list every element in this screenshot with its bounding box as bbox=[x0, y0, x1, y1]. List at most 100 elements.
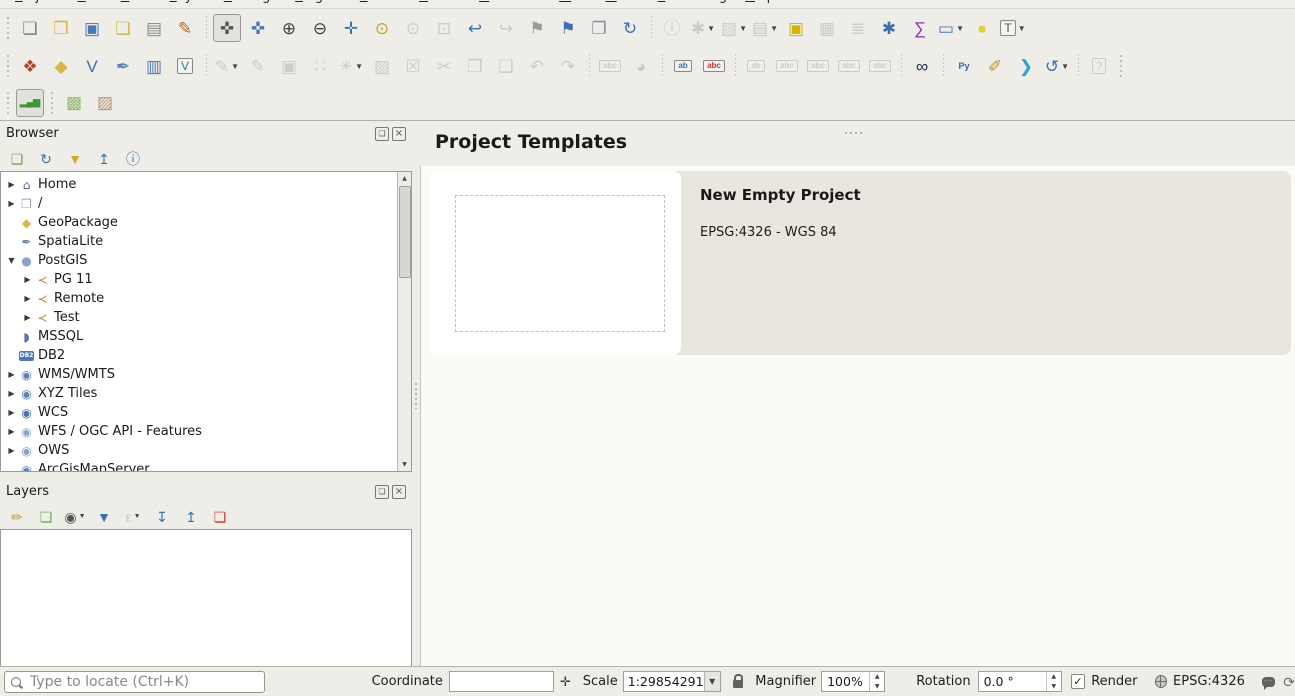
new-spatial-bookmark-button[interactable]: ⚑ bbox=[523, 14, 551, 42]
dropdown-arrow-icon[interactable]: ▼ bbox=[1018, 24, 1026, 33]
new-virtual-layer-button[interactable]: V bbox=[171, 52, 199, 80]
menu-processing[interactable]: Processing bbox=[649, 0, 736, 4]
menu-edit[interactable]: Edit bbox=[69, 0, 112, 4]
remove-layer-button[interactable]: ❏ bbox=[210, 507, 230, 527]
plugin-reload-button[interactable]: ↺▼ bbox=[1043, 52, 1071, 80]
menu-plugins[interactable]: Plugins bbox=[286, 0, 351, 4]
dropdown-arrow-icon[interactable]: ▼ bbox=[231, 62, 239, 71]
expander-icon[interactable]: ▶ bbox=[5, 370, 18, 379]
dropdown-arrow-icon[interactable]: ▼ bbox=[355, 62, 363, 71]
expander-icon[interactable]: ▶ bbox=[5, 199, 18, 208]
expander-icon[interactable]: ▶ bbox=[21, 294, 34, 303]
dropdown-arrow-icon[interactable]: ▼ bbox=[956, 24, 964, 33]
layer-diagram-button[interactable]: ◕ bbox=[627, 52, 655, 80]
open-project-button[interactable]: ❒ bbox=[47, 14, 75, 42]
zoom-out-button[interactable]: ⊖ bbox=[306, 14, 334, 42]
tree-item-postgis[interactable]: ▼●PostGIS bbox=[1, 251, 411, 270]
processing-toolbox-button[interactable]: ✱ bbox=[875, 14, 903, 42]
refresh-browser-button[interactable]: ↻ bbox=[36, 149, 56, 169]
toolbar-drag-handle[interactable] bbox=[5, 17, 11, 39]
locator-search[interactable] bbox=[4, 671, 265, 693]
expander-icon[interactable]: ▶ bbox=[21, 275, 34, 284]
filter-by-expression-button[interactable]: ε▼ bbox=[123, 507, 143, 527]
labeling-options-button[interactable]: ab bbox=[669, 52, 697, 80]
layer-styling-button[interactable]: ✏ bbox=[7, 507, 27, 527]
expander-icon[interactable]: ▶ bbox=[5, 408, 18, 417]
browser-float-button[interactable]: ❏ bbox=[375, 127, 389, 141]
tree-item-xyz-tiles[interactable]: ▶◉XYZ Tiles bbox=[1, 384, 411, 403]
menu-help[interactable]: Help bbox=[736, 0, 784, 4]
plugin-arrow-button[interactable]: ❯ bbox=[1012, 52, 1040, 80]
tree-item-wcs[interactable]: ▶◉WCS bbox=[1, 403, 411, 422]
pan-to-selection-button[interactable]: ✜ bbox=[244, 14, 272, 42]
menu-view[interactable]: View bbox=[112, 0, 161, 4]
show-statistics-button[interactable]: ∑ bbox=[906, 14, 934, 42]
panel-splitter[interactable] bbox=[412, 121, 420, 667]
map-tips-button[interactable]: ● bbox=[968, 14, 996, 42]
expand-all-button[interactable]: ↧ bbox=[152, 507, 172, 527]
collapse-all-layers-button[interactable]: ↥ bbox=[181, 507, 201, 527]
toolbar-drag-handle[interactable] bbox=[5, 55, 11, 77]
data-source-manager-button[interactable]: ❖ bbox=[16, 52, 44, 80]
zoom-last-button[interactable]: ↩ bbox=[461, 14, 489, 42]
toggle-editing-button[interactable]: ✎ bbox=[244, 52, 272, 80]
browser-scrollbar[interactable]: ▲ ▼ bbox=[397, 172, 411, 471]
refresh-map-button[interactable]: ↻ bbox=[616, 14, 644, 42]
menu-settings[interactable]: Settings bbox=[215, 0, 286, 4]
spinner-arrows[interactable]: ▲▼ bbox=[869, 672, 884, 691]
scroll-down-icon[interactable]: ▼ bbox=[398, 458, 411, 471]
tree-item-db2[interactable]: DB2DB2 bbox=[1, 346, 411, 365]
save-layer-edits-button[interactable]: ▣ bbox=[275, 52, 303, 80]
dropdown-arrow-icon[interactable]: ▼ bbox=[134, 513, 141, 520]
new-shapefile-layer-button[interactable]: V bbox=[78, 52, 106, 80]
help-button[interactable]: ? bbox=[1085, 52, 1113, 80]
magnifier-spinbox[interactable]: 100% ▲▼ bbox=[821, 671, 885, 692]
show-spatial-bookmarks-button[interactable]: ⚑ bbox=[554, 14, 582, 42]
filter-legend-button[interactable]: ▼ bbox=[94, 507, 114, 527]
template-card-new-empty-project[interactable]: New Empty Project EPSG:4326 - WGS 84 bbox=[429, 171, 1291, 355]
chevron-down-icon[interactable]: ▼ bbox=[704, 672, 720, 691]
pan-map-button[interactable]: ✜ bbox=[213, 14, 241, 42]
expander-icon[interactable]: ▶ bbox=[5, 180, 18, 189]
osgeo-tool-button[interactable]: ✐ bbox=[981, 52, 1009, 80]
rule-based-labeling-button[interactable]: abc bbox=[700, 52, 728, 80]
paste-features-button[interactable]: ❏ bbox=[492, 52, 520, 80]
map-sketch-plugin-button[interactable]: ▨ bbox=[91, 89, 119, 117]
metasearch-button[interactable]: ∞ bbox=[908, 52, 936, 80]
toggle-extents-button[interactable]: ✛ bbox=[560, 675, 571, 688]
python-console-button[interactable]: Py bbox=[950, 52, 978, 80]
zoom-in-button[interactable]: ⊕ bbox=[275, 14, 303, 42]
manage-map-themes-button[interactable]: ◉▼ bbox=[65, 507, 85, 527]
menu-raster[interactable]: Raster bbox=[410, 0, 470, 4]
statistical-summary-button[interactable]: ≣ bbox=[844, 14, 872, 42]
new-print-layout-button[interactable]: ❏ bbox=[109, 14, 137, 42]
move-label-button[interactable]: abc bbox=[804, 52, 832, 80]
show-layout-manager-button[interactable]: ▤ bbox=[140, 14, 168, 42]
add-feature-button[interactable]: ∷ bbox=[306, 52, 334, 80]
locator-input[interactable] bbox=[28, 673, 252, 691]
toolbar-drag-handle[interactable] bbox=[5, 92, 11, 114]
tree-item-remote[interactable]: ▶≺Remote bbox=[1, 289, 411, 308]
tree-item-wms-wmts[interactable]: ▶◉WMS/WMTS bbox=[1, 365, 411, 384]
tree-item-pg-11[interactable]: ▶≺PG 11 bbox=[1, 270, 411, 289]
expander-icon[interactable]: ▶ bbox=[21, 313, 34, 322]
properties-button[interactable]: ⓘ bbox=[123, 149, 143, 169]
tree-item-ows[interactable]: ▶◉OWS bbox=[1, 441, 411, 460]
style-manager-button[interactable]: ✎ bbox=[171, 14, 199, 42]
tree-item-spatialite[interactable]: ✒SpatiaLite bbox=[1, 232, 411, 251]
dropdown-arrow-icon[interactable]: ▼ bbox=[739, 24, 747, 33]
coordinate-input[interactable] bbox=[449, 671, 554, 692]
vertex-tool-button[interactable]: ✳▼ bbox=[337, 52, 365, 80]
render-checkbox[interactable]: ✓ bbox=[1071, 674, 1085, 689]
tree-item-home[interactable]: ▶⌂Home bbox=[1, 175, 411, 194]
deselect-features-button[interactable]: ▣ bbox=[782, 14, 810, 42]
new-spatialite-layer-button[interactable]: ✒ bbox=[109, 52, 137, 80]
filter-browser-button[interactable]: ▼ bbox=[65, 149, 85, 169]
delete-selected-button[interactable]: ☒ bbox=[399, 52, 427, 80]
menu-database[interactable]: Database bbox=[470, 0, 550, 4]
layers-float-button[interactable]: ❏ bbox=[375, 485, 389, 499]
select-features-button[interactable]: ▧▼ bbox=[720, 14, 748, 42]
change-label-button[interactable]: abc bbox=[866, 52, 894, 80]
layer-labeling-button[interactable]: abc bbox=[596, 52, 624, 80]
histogram-plugin-button[interactable]: ▂▄▆ bbox=[16, 89, 44, 117]
